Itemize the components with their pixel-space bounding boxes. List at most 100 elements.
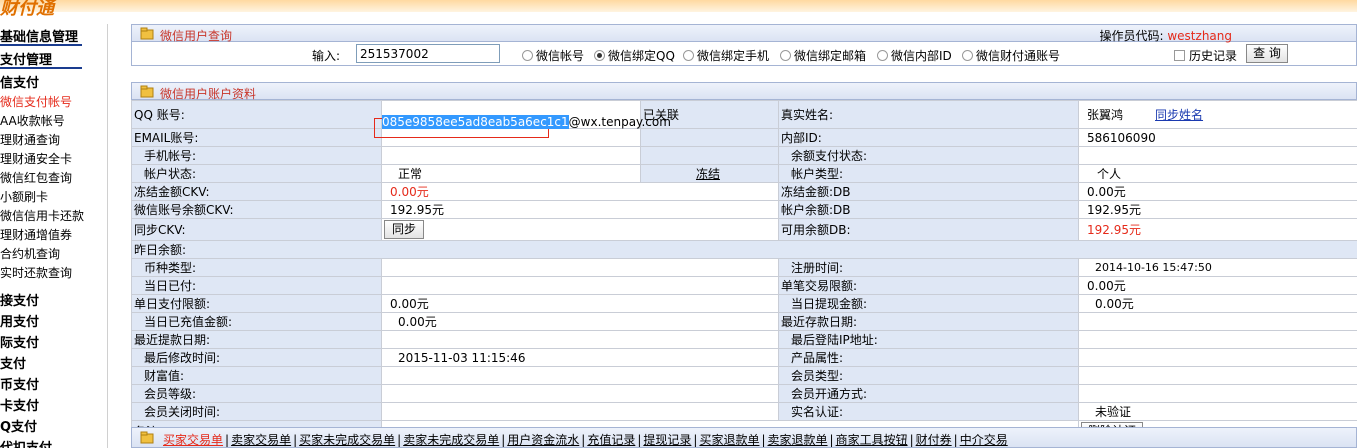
- sidebar-group[interactable]: 币支付: [0, 374, 39, 393]
- balance-db-label: 帐户余额:DB: [778, 200, 1079, 219]
- sidebar-item-credit-repay[interactable]: 微信信用卡还款: [0, 207, 84, 224]
- radio-button-icon: [877, 50, 888, 61]
- sidebar-group[interactable]: 卡支付: [0, 395, 39, 414]
- tab-seller-refunds[interactable]: 卖家退款单: [768, 433, 828, 447]
- sidebar-item-contract[interactable]: 合约机查询: [0, 245, 60, 262]
- radio-wechat-tenpay[interactable]: 微信财付通账号: [962, 47, 1060, 64]
- freeze-link[interactable]: 冻结: [696, 167, 720, 181]
- sidebar-group[interactable]: Q支付: [0, 416, 37, 435]
- tab-withdraw-records[interactable]: 提现记录: [643, 433, 691, 447]
- sidebar-item-red-packet[interactable]: 微信红包查询: [0, 169, 72, 186]
- tab-buyer-orders[interactable]: 买家交易单: [163, 433, 223, 447]
- radio-button-selected-icon: [594, 50, 605, 61]
- phone-label: 手机帐号:: [131, 146, 382, 165]
- radio-wechat-account[interactable]: 微信帐号: [522, 47, 584, 64]
- wx-balance-ckv-label: 微信账号余额CKV:: [131, 200, 382, 219]
- tab-buyer-pending[interactable]: 买家未完成交易单: [299, 433, 395, 447]
- realname-value: 张翼鸿: [1087, 108, 1124, 122]
- sidebar-item-coupon[interactable]: 理财通增值券: [0, 226, 72, 243]
- input-label: 输入:: [312, 49, 341, 63]
- sidebar-group[interactable]: 际支付: [0, 332, 39, 351]
- wealth-value: [381, 366, 779, 385]
- folder-icon: [140, 85, 154, 98]
- register-time-value: 2014-10-16 15:47:50: [1078, 258, 1357, 277]
- folder-icon: [140, 27, 154, 40]
- account-type-label: 帐户类型:: [778, 164, 1079, 183]
- radio-button-icon: [780, 50, 791, 61]
- radio-wechat-internal-id[interactable]: 微信内部ID: [877, 47, 952, 64]
- tab-escrow[interactable]: 中介交易: [960, 433, 1008, 447]
- tab-topup-records[interactable]: 充值记录: [587, 433, 635, 447]
- radio-wechat-phone[interactable]: 微信绑定手机: [683, 47, 769, 64]
- sidebar-group[interactable]: 代扣支付: [0, 437, 52, 448]
- sidebar-item-realtime-repay[interactable]: 实时还款查询: [0, 264, 72, 281]
- email-label: EMAIL账号:: [131, 128, 382, 147]
- today-paid-value: [381, 276, 779, 295]
- currency-type-label: 币种类型:: [131, 258, 382, 277]
- account-panel-title: 微信用户账户资料: [160, 87, 257, 101]
- balance-status-value: [1078, 146, 1357, 165]
- phone-value: [381, 146, 641, 165]
- product-attr-value: [1078, 348, 1357, 367]
- query-input[interactable]: [356, 44, 500, 63]
- sidebar-item-safe-card[interactable]: 理财通安全卡: [0, 150, 72, 167]
- realname-auth-label: 实名认证:: [778, 402, 1079, 421]
- logo: 财付通: [0, 0, 54, 18]
- query-form: 输入: 微信帐号 微信绑定QQ 微信绑定手机 微信绑定邮箱 微信内部ID 微信财…: [131, 42, 1357, 66]
- today-topup-value: 0.00元: [381, 312, 779, 331]
- frozen-db-value: 0.00元: [1078, 182, 1357, 201]
- sidebar-item-wechat-account[interactable]: 微信支付帐号: [0, 93, 72, 110]
- sidebar-heading-wechat-pay[interactable]: 信支付: [0, 72, 39, 91]
- last-modify-value: 2015-11-03 11:15:46: [381, 348, 779, 367]
- freeze-cell: 冻结: [640, 164, 779, 183]
- available-db-value: 192.95元: [1078, 218, 1357, 241]
- last-modify-label: 最后修改时间:: [131, 348, 382, 367]
- tab-seller-orders[interactable]: 卖家交易单: [231, 433, 291, 447]
- tab-buyer-refunds[interactable]: 买家退款单: [699, 433, 759, 447]
- realname-auth-value: 未验证: [1078, 402, 1357, 421]
- sidebar-item-aa[interactable]: AA收款帐号: [0, 112, 65, 129]
- radio-label: 微信绑定邮箱: [794, 49, 867, 63]
- tab-coupons[interactable]: 财付券: [916, 433, 952, 447]
- query-panel-header: 微信用户查询 操作员代码: westzhang: [131, 24, 1357, 43]
- qq-selected-text: 085e9858ee5ad8eab5a6ec1c1: [382, 115, 569, 129]
- product-attr-label: 产品属性:: [778, 348, 1079, 367]
- sidebar-item-small-card[interactable]: 小额刷卡: [0, 188, 48, 205]
- tab-fund-flow[interactable]: 用户资金流水: [507, 433, 579, 447]
- member-type-label: 会员类型:: [778, 366, 1079, 385]
- main-content: 微信用户查询 操作员代码: westzhang 输入: 微信帐号 微信绑定QQ …: [131, 24, 1357, 443]
- radio-wechat-qq[interactable]: 微信绑定QQ: [594, 47, 675, 64]
- balance-db-value: 192.95元: [1078, 200, 1357, 219]
- radio-wechat-email[interactable]: 微信绑定邮箱: [780, 47, 866, 64]
- last-deposit-label: 最近存款日期:: [778, 312, 1079, 331]
- qq-label: QQ 账号:: [131, 100, 382, 129]
- qq-value[interactable]: 085e9858ee5ad8eab5a6ec1c1@wx.tenpay.com: [382, 115, 671, 129]
- last-withdraw-value: [381, 330, 779, 349]
- sidebar-group[interactable]: 接支付: [0, 290, 39, 309]
- available-db-label: 可用余额DB:: [778, 218, 1079, 241]
- member-close-label: 会员关闭时间:: [131, 402, 382, 421]
- sidebar-heading-payment[interactable]: 支付管理: [0, 49, 52, 68]
- sidebar: 基础信息管理 支付管理 信支付 微信支付帐号 AA收款帐号 理财通查询 理财通安…: [0, 24, 108, 448]
- account-status-label: 帐户状态:: [131, 164, 382, 183]
- radio-label: 微信绑定QQ: [608, 49, 675, 63]
- frozen-ckv-value: 0.00元: [381, 182, 779, 201]
- tab-merchant-tools[interactable]: 商家工具按钮: [836, 433, 908, 447]
- history-checkbox[interactable]: 历史记录: [1174, 47, 1237, 64]
- sync-name-link[interactable]: 同步姓名: [1155, 108, 1203, 122]
- tab-seller-pending[interactable]: 卖家未完成交易单: [403, 433, 499, 447]
- today-withdraw-label: 当日提现金额:: [778, 294, 1079, 313]
- last-login-ip-label: 最后登陆IP地址:: [778, 330, 1079, 349]
- sidebar-group[interactable]: 用支付: [0, 311, 39, 330]
- folder-icon: [140, 431, 154, 444]
- query-button[interactable]: 查 询: [1246, 44, 1288, 63]
- sync-button[interactable]: 同步: [384, 220, 424, 239]
- daily-limit-label: 单日支付限额:: [131, 294, 382, 313]
- today-paid-label: 当日已付:: [131, 276, 382, 295]
- sidebar-item-licaitong[interactable]: 理财通查询: [0, 131, 60, 148]
- member-level-label: 会员等级:: [131, 384, 382, 403]
- tab-list: 买家交易单 | 卖家交易单 | 买家未完成交易单 | 卖家未完成交易单 | 用户资金流水 | 充值记…: [163, 433, 1008, 447]
- sidebar-heading-basic[interactable]: 基础信息管理: [0, 26, 78, 45]
- internal-id-label: 内部ID:: [778, 128, 1079, 147]
- sidebar-group[interactable]: 支付: [0, 353, 26, 372]
